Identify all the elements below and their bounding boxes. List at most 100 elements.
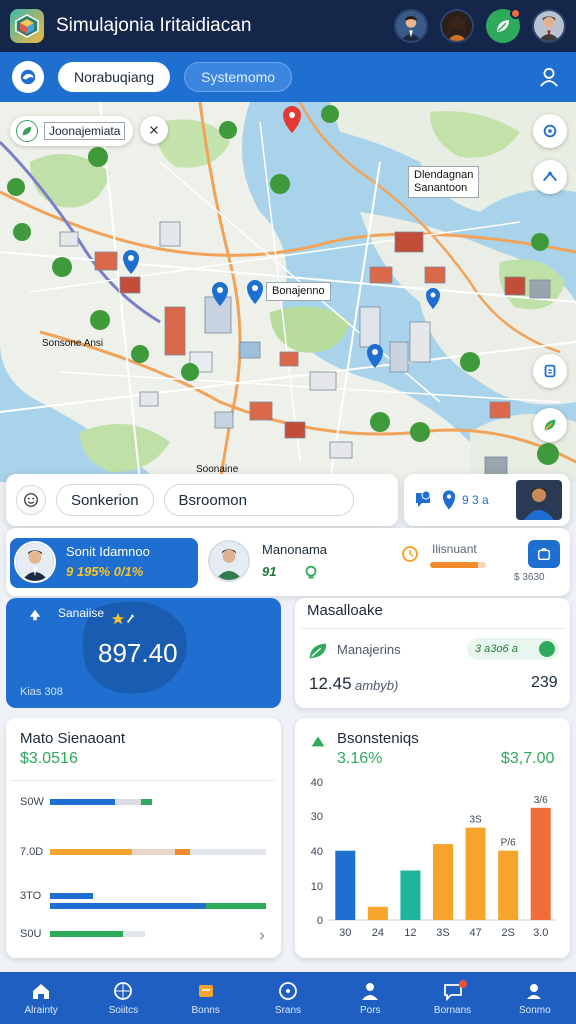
chat-pin-icon [416, 490, 431, 507]
map-chip-label: Joonajemiata [44, 122, 126, 140]
allocation-card[interactable]: Mato Sienaoant $3.0516 S0W 7.0D 3TO S0U [6, 718, 281, 958]
app-title: Simulajonia Iritaidiacan [56, 15, 252, 36]
score-footer: Kias 308 [20, 686, 63, 698]
map-cube-icon [15, 14, 39, 38]
nav-item-srans[interactable]: Srans [247, 972, 329, 1024]
user-avatar-2[interactable] [440, 9, 474, 43]
chart-bar[interactable] [433, 844, 453, 920]
bar-label: 3TO [20, 890, 42, 902]
share-button[interactable] [528, 540, 560, 568]
nav-label: Soiitcs [108, 1005, 139, 1016]
bar-segment [50, 799, 115, 805]
notifications-button[interactable] [486, 8, 521, 43]
nav-item-sonmo[interactable]: Sonmo [494, 972, 576, 1024]
nav-item-bonns[interactable]: Bonns [165, 972, 247, 1024]
y-tick-label: 40 [311, 777, 323, 789]
x-tick-label: 3S [436, 927, 449, 939]
x-tick-label: 3.0 [533, 927, 548, 939]
bar-data-label: 3S [469, 815, 482, 826]
person-icon [540, 67, 558, 87]
y-tick-label: 10 [311, 881, 323, 893]
market-card[interactable]: Masalloake Manajerins 3 a3o6 a 12.45 amb… [295, 598, 570, 708]
nav-item-pors[interactable]: Pors [329, 972, 411, 1024]
bulb-icon [305, 565, 317, 579]
smile-icon [24, 493, 38, 507]
search-input[interactable]: Bsroomon [163, 484, 354, 516]
eco-layer-button[interactable] [533, 408, 567, 442]
city-map[interactable]: Joonajemiata Dlendagnan Sanantoon Bonaje… [0, 102, 576, 482]
check-icon [539, 641, 555, 657]
globe-bird-icon [20, 69, 36, 85]
avatar[interactable] [208, 540, 250, 582]
bar-segment [123, 931, 146, 937]
bar-segment [175, 849, 191, 855]
map-location-chip[interactable]: Joonajemiata [10, 116, 134, 146]
map-expand-button[interactable] [140, 116, 168, 144]
chart-bar[interactable] [335, 850, 356, 920]
user-search-icon [526, 984, 541, 999]
y-tick-label: 0 [317, 915, 323, 927]
divider [301, 628, 564, 629]
profile-button[interactable] [534, 62, 564, 92]
x-tick-label: 2S [501, 927, 514, 939]
tab-primary[interactable]: Norabuqiang [58, 62, 171, 92]
timer-icon [402, 546, 418, 562]
map-mode-button[interactable] [12, 61, 44, 93]
profile-stat: 9 195% 0/1% [66, 564, 144, 579]
map-label-center: Bonajenno [266, 282, 331, 302]
tab-secondary[interactable]: Systemomo [184, 62, 293, 92]
x-tick-label: 47 [469, 927, 481, 939]
map-pin-icon [442, 490, 456, 510]
map-label-line: Sanantoon [414, 182, 468, 195]
notification-dot [458, 980, 467, 988]
score-title: Sanaiise [58, 606, 105, 620]
bar-segment [132, 849, 176, 855]
directions-button[interactable] [533, 160, 567, 194]
chart-bar[interactable] [465, 827, 486, 920]
user-avatar-3[interactable] [532, 9, 566, 43]
market-row-label: Manajerins [337, 642, 401, 657]
layers-icon [544, 364, 556, 378]
clock-icon [279, 982, 297, 1000]
chart-bar[interactable] [367, 906, 388, 920]
filter-pill-1[interactable]: Sonkerion [56, 484, 154, 516]
bar-segment [140, 799, 152, 805]
profile-card-primary[interactable]: Sonit Idamnoo 9 195% 0/1% [10, 538, 198, 588]
user-avatar-1[interactable] [394, 9, 428, 43]
notification-dot [510, 8, 521, 19]
app-header: Simulajonia Iritaidiacan [0, 0, 576, 52]
profile-name: Manonama [262, 542, 328, 557]
bar-label: S0U [20, 928, 42, 940]
chart-card[interactable]: Bsonsteniqs 3.16% $3,7.00 0 10 40 30 40 30 24 1… [295, 718, 570, 958]
layers-button[interactable] [533, 354, 567, 388]
person-icon [362, 983, 379, 1000]
leaf-icon [497, 20, 509, 32]
chart-bar[interactable] [400, 870, 421, 921]
nav-item-soiitcs[interactable]: Soiitcs [82, 972, 164, 1024]
map-label-line: Dlendagnan [414, 169, 474, 181]
score-card[interactable]: Sanaiise 897.40 Kias 308 [6, 598, 281, 708]
market-badge: 3 a3o6 a [467, 638, 559, 660]
app-logo[interactable] [10, 9, 44, 43]
pin-summary-card[interactable]: 9 3 a [404, 474, 570, 526]
nav-label: Pors [359, 1005, 381, 1016]
chart-bar[interactable] [498, 850, 519, 920]
progress-title: Ilisnuant [432, 542, 477, 556]
progress-value: $ 3630 [514, 572, 545, 583]
nav-item-alrainty[interactable]: Alrainty [0, 972, 82, 1024]
emoji-button[interactable] [16, 485, 46, 515]
bag-icon [537, 547, 551, 561]
bar-chart: 0 10 40 30 40 30 24 12 3S 47 3S 2S P/6 3.0 3/6 [311, 777, 557, 939]
bar-label: S0W [20, 796, 44, 808]
chevron-right-icon[interactable] [258, 932, 266, 940]
map-label-west: Sonsone Ansi [42, 338, 104, 349]
locate-button[interactable] [533, 114, 567, 148]
photo-thumbnail[interactable] [516, 480, 562, 520]
map-label-district: Dlendagnan Sanantoon [408, 166, 480, 199]
progress-fill [430, 562, 478, 568]
chart-bar[interactable] [530, 807, 551, 920]
toolbar: Norabuqiang Systemomo [0, 52, 576, 102]
nav-item-bornans[interactable]: Bornans [411, 972, 493, 1024]
x-tick-label: 24 [372, 927, 384, 939]
leaf-icon [544, 419, 556, 431]
